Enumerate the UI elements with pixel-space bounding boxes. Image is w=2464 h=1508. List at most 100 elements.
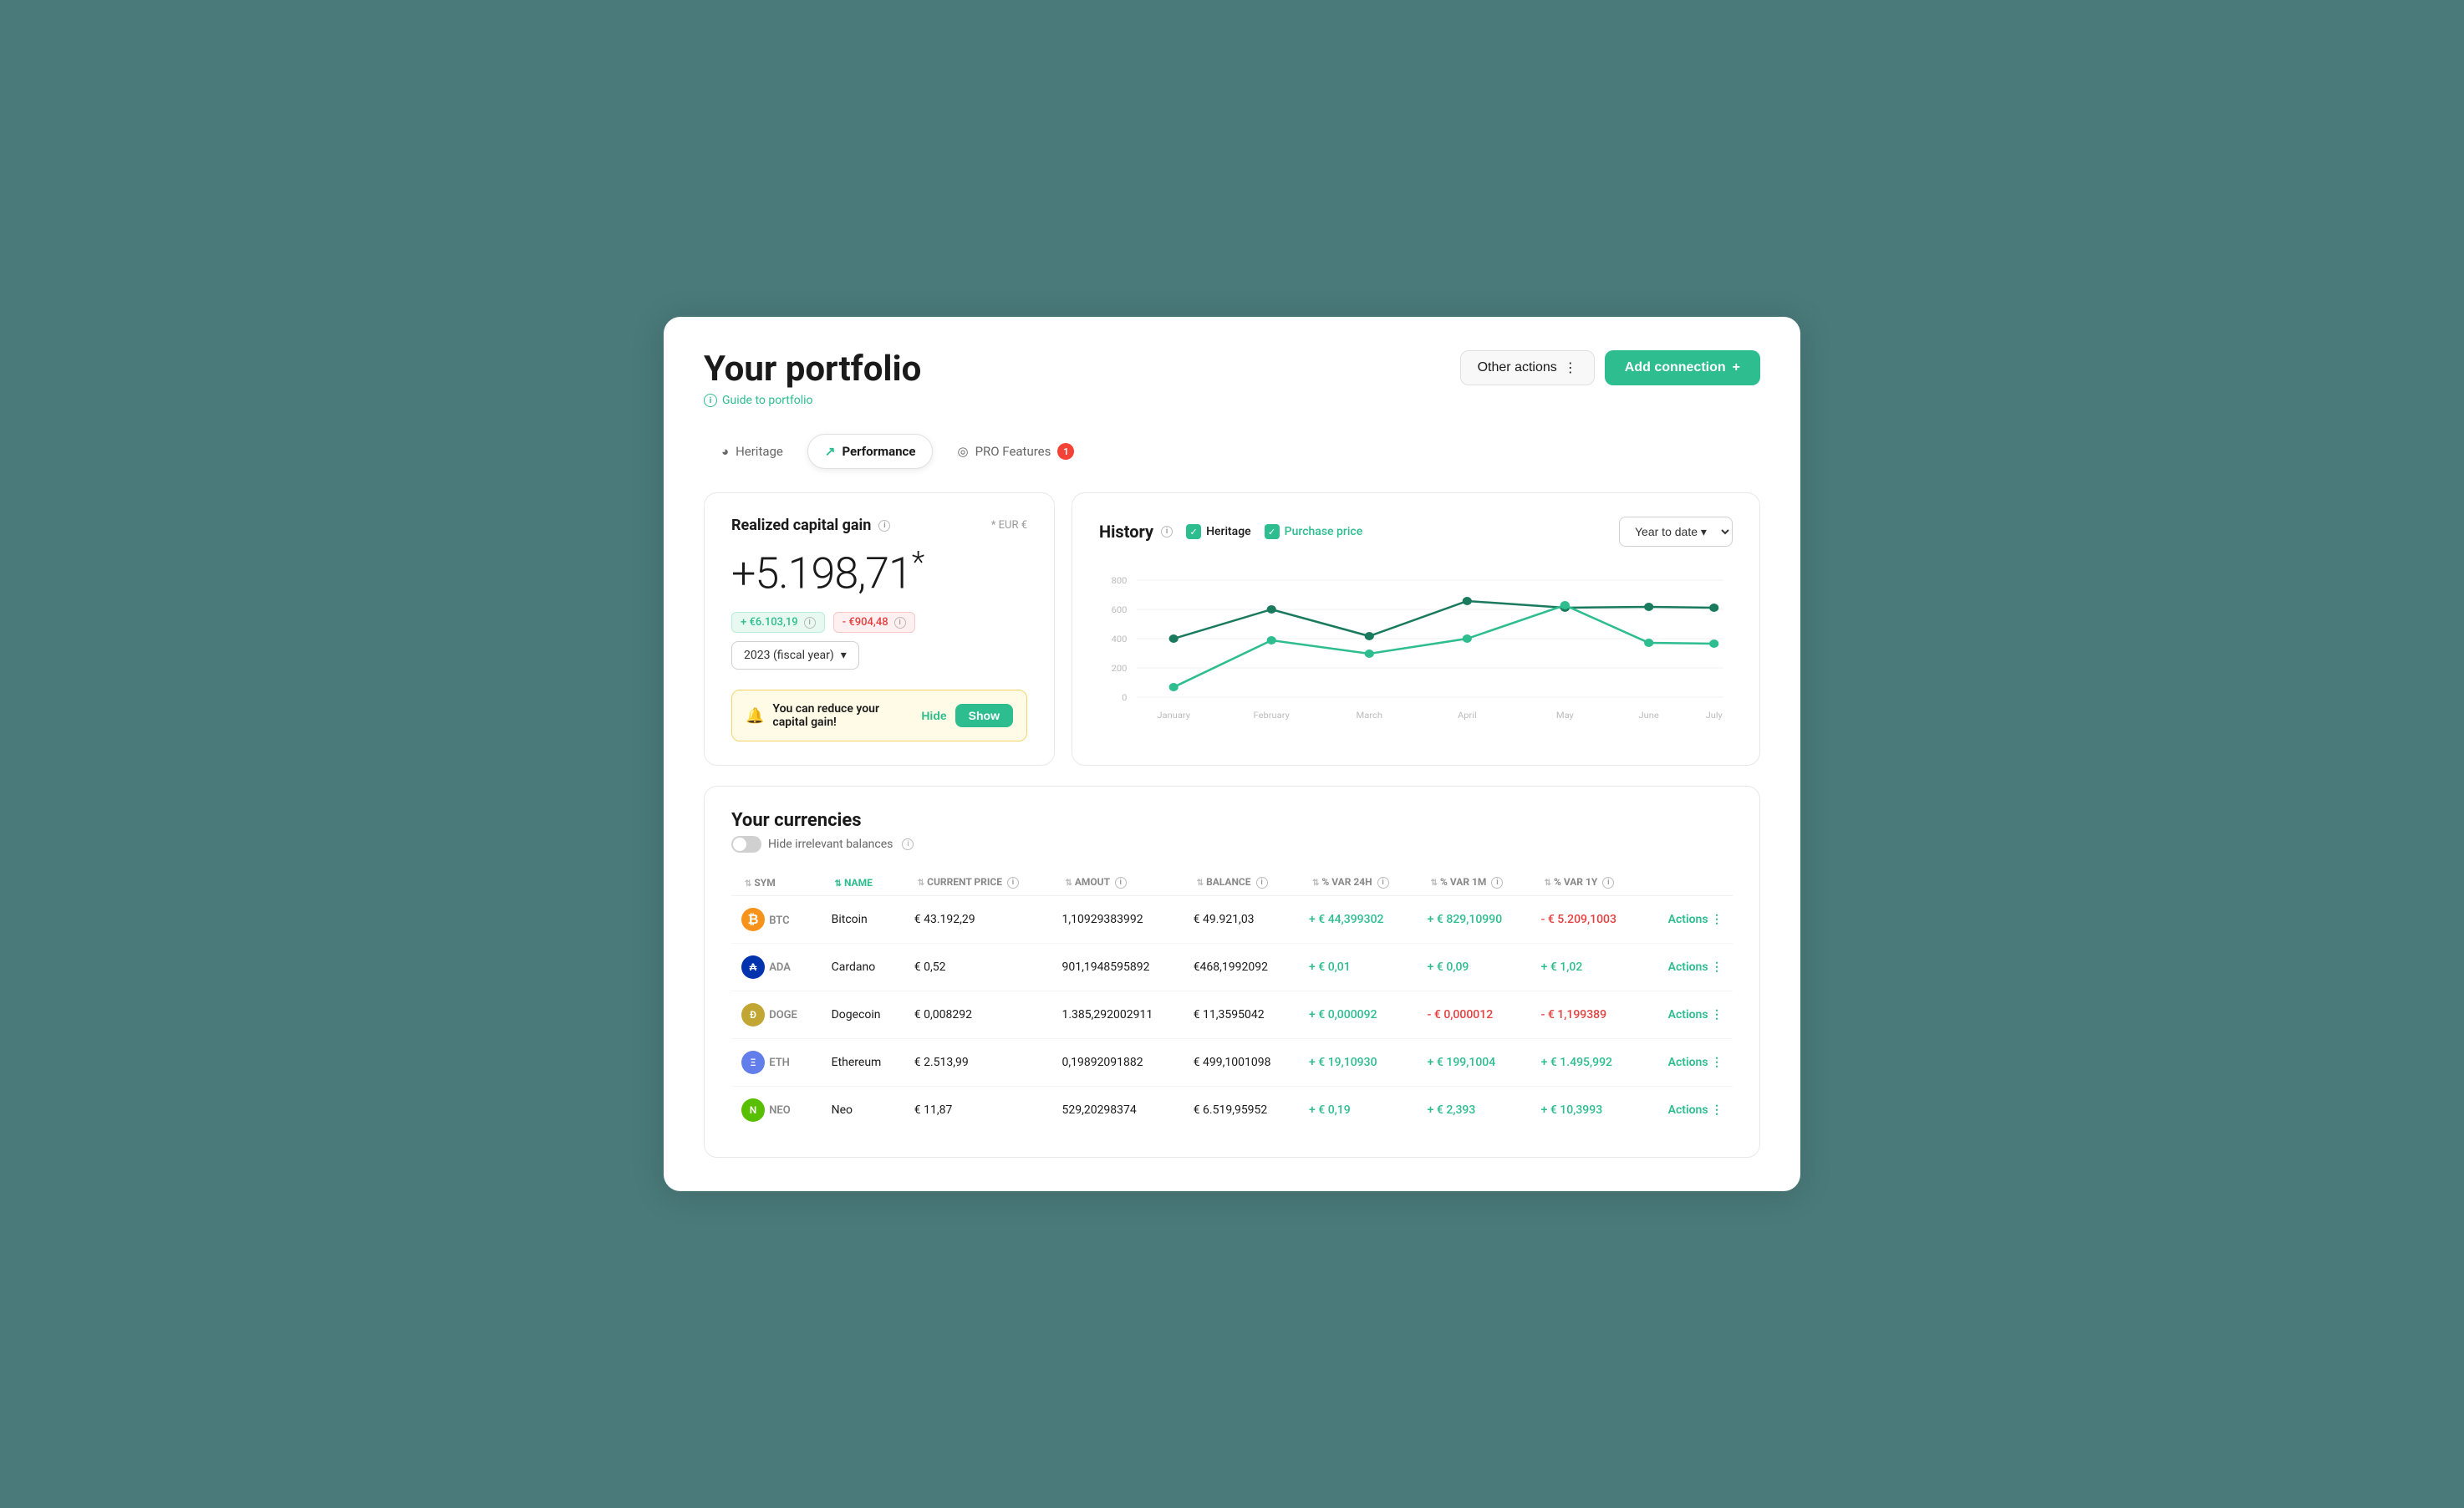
pro-features-tab-label: PRO Features	[975, 444, 1051, 459]
col-amount[interactable]: ⇅ AMOUT i	[1051, 869, 1183, 895]
col-var-1m[interactable]: ⇅ % VAR 1M i	[1418, 869, 1531, 895]
badge-positive-info[interactable]: i	[804, 617, 816, 629]
cell-var1y-3: + € 1.495,992	[1531, 1039, 1644, 1087]
amount-info-icon[interactable]: i	[1115, 877, 1127, 889]
svg-text:200: 200	[1112, 664, 1128, 674]
svg-text:800: 800	[1112, 576, 1128, 586]
col-name[interactable]: ⇅ NAME	[822, 869, 904, 895]
cell-var1y-4: + € 10,3993	[1531, 1087, 1644, 1134]
cell-balance-1: €468,1992092	[1184, 944, 1299, 991]
cell-balance-2: € 11,3595042	[1184, 991, 1299, 1039]
history-header: History i ✓ Heritage ✓ Purchase price Ye…	[1099, 517, 1733, 547]
history-chart: 800 600 400 200 0	[1099, 563, 1733, 731]
other-actions-button[interactable]: Other actions ⋮	[1460, 350, 1595, 385]
tab-pro-features[interactable]: ◎ PRO Features 1	[939, 434, 1092, 469]
history-title-text: History	[1099, 522, 1153, 542]
badge-negative-value: - €904,48	[843, 616, 888, 629]
heritage-tab-icon: ◕	[721, 444, 729, 459]
cell-price-1: € 0,52	[904, 944, 1052, 991]
content-row: Realized capital gain i * EUR € +5.198,7…	[704, 492, 1760, 766]
svg-text:400: 400	[1112, 634, 1128, 644]
price-info-icon[interactable]: i	[1007, 877, 1019, 889]
svg-text:January: January	[1157, 711, 1190, 721]
tab-performance[interactable]: ↗ Performance	[807, 434, 934, 469]
actions-button-4[interactable]: Actions ⋮	[1644, 1087, 1733, 1134]
pro-features-badge: 1	[1057, 443, 1074, 460]
cell-var1m-0: + € 829,10990	[1418, 896, 1531, 944]
cell-balance-3: € 499,1001098	[1184, 1039, 1299, 1087]
col-var-1y[interactable]: ⇅ % VAR 1Y i	[1531, 869, 1644, 895]
cell-var1y-0: - € 5.209,1003	[1531, 896, 1644, 944]
year-to-date-select[interactable]: Year to date ▾	[1619, 517, 1733, 547]
coin-icon-btc: ₿	[741, 908, 765, 931]
tab-heritage[interactable]: ◕ Heritage	[704, 434, 801, 469]
hide-balances-label: Hide irrelevant balances	[768, 838, 893, 851]
svg-text:June: June	[1639, 711, 1660, 721]
main-value: +5.198,71*	[731, 548, 1027, 595]
cell-amount-1: 901,1948595892	[1051, 944, 1183, 991]
cell-var24h-3: + € 19,10930	[1299, 1039, 1418, 1087]
table-header-row: ⇅ SYM ⇅ NAME ⇅ CURRENT PRICE i ⇅ AMOUT	[731, 869, 1733, 895]
col-current-price[interactable]: ⇅ CURRENT PRICE i	[904, 869, 1052, 895]
badge-negative-info[interactable]: i	[894, 617, 906, 629]
col-var24h-label: % VAR 24H	[1321, 876, 1372, 888]
col-price-label: CURRENT PRICE	[927, 876, 1002, 888]
col-sym[interactable]: ⇅ SYM	[731, 869, 822, 895]
card-title-row: Realized capital gain i * EUR €	[731, 517, 1027, 534]
chevron-down-icon: ▾	[841, 649, 847, 662]
hide-balances-toggle[interactable]	[731, 836, 761, 853]
history-info-icon[interactable]: i	[1161, 526, 1173, 537]
hide-balances-info-icon[interactable]: i	[902, 838, 914, 850]
svg-text:February: February	[1254, 711, 1290, 721]
var1m-info-icon[interactable]: i	[1491, 877, 1503, 889]
table-row: N NEO Neo € 11,87 529,20298374 € 6.519,9…	[731, 1087, 1733, 1134]
cell-var24h-1: + € 0,01	[1299, 944, 1418, 991]
col-var-24h[interactable]: ⇅ % VAR 24H i	[1299, 869, 1418, 895]
fiscal-year-select[interactable]: 2023 (fiscal year) ▾	[731, 641, 859, 670]
cell-amount-4: 529,20298374	[1051, 1087, 1183, 1134]
cell-sym-0: ₿ BTC	[731, 896, 822, 944]
capital-gain-info-icon[interactable]: i	[878, 520, 890, 532]
svg-text:600: 600	[1112, 605, 1128, 615]
var1y-info-icon[interactable]: i	[1602, 877, 1614, 889]
cell-var24h-0: + € 44,399302	[1299, 896, 1418, 944]
var24h-info-icon[interactable]: i	[1377, 877, 1389, 889]
legend-purchase: ✓ Purchase price	[1265, 524, 1363, 539]
history-title: History i	[1099, 522, 1173, 542]
currencies-card: Your currencies Hide irrelevant balances…	[704, 786, 1760, 1158]
main-container: Your portfolio i Guide to portfolio Othe…	[664, 317, 1800, 1191]
actions-button-2[interactable]: Actions ⋮	[1644, 991, 1733, 1039]
guide-link[interactable]: i Guide to portfolio	[704, 394, 921, 407]
col-var1y-label: % VAR 1Y	[1554, 876, 1597, 888]
badge-positive: + €6.103,19 i	[731, 612, 825, 633]
cell-price-2: € 0,008292	[904, 991, 1052, 1039]
actions-button-1[interactable]: Actions ⋮	[1644, 944, 1733, 991]
actions-button-3[interactable]: Actions ⋮	[1644, 1039, 1733, 1087]
chart-container: 800 600 400 200 0	[1099, 563, 1733, 731]
hide-button[interactable]: Hide	[921, 709, 946, 722]
coin-icon-eth: Ξ	[741, 1051, 765, 1074]
dots-icon: ⋮	[1564, 359, 1577, 376]
header-left: Your portfolio i Guide to portfolio	[704, 350, 921, 407]
cell-var24h-4: + € 0,19	[1299, 1087, 1418, 1134]
add-connection-button[interactable]: Add connection +	[1605, 350, 1760, 385]
cell-amount-2: 1.385,292002911	[1051, 991, 1183, 1039]
cell-name-2: Dogecoin	[822, 991, 904, 1039]
coin-icon-doge: Ð	[741, 1003, 765, 1027]
hide-balances-row: Hide irrelevant balances i	[731, 836, 1733, 853]
cell-sym-2: Ð DOGE	[731, 991, 822, 1039]
col-balance[interactable]: ⇅ BALANCE i	[1184, 869, 1299, 895]
legend-heritage: ✓ Heritage	[1186, 524, 1251, 539]
col-sym-label: SYM	[754, 877, 775, 889]
badge-positive-value: + €6.103,19	[741, 616, 798, 629]
balance-info-icon[interactable]: i	[1256, 877, 1268, 889]
show-button[interactable]: Show	[955, 704, 1013, 727]
col-amount-label: AMOUT	[1075, 876, 1110, 888]
table-row: ₳ ADA Cardano € 0,52 901,1948595892 €468…	[731, 944, 1733, 991]
cell-name-4: Neo	[822, 1087, 904, 1134]
other-actions-label: Other actions	[1478, 360, 1557, 375]
currency-label: * EUR €	[991, 519, 1027, 532]
actions-button-0[interactable]: Actions ⋮	[1644, 896, 1733, 944]
cell-var1m-4: + € 2,393	[1418, 1087, 1531, 1134]
badges-row: + €6.103,19 i - €904,48 i 2023 (fiscal y…	[731, 612, 1027, 670]
